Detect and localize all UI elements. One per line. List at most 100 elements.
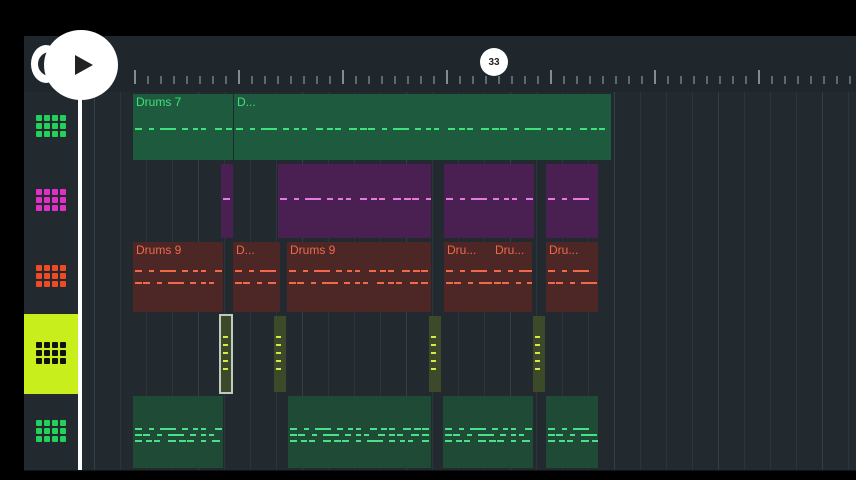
note bbox=[268, 282, 276, 284]
note bbox=[304, 428, 309, 430]
note bbox=[356, 428, 361, 430]
playhead-position-marker[interactable]: 33 bbox=[480, 48, 508, 76]
grid-line bbox=[276, 162, 277, 240]
note bbox=[511, 434, 516, 436]
track-pattern-icon[interactable] bbox=[24, 162, 80, 240]
track-pattern-icon[interactable] bbox=[24, 240, 80, 314]
note bbox=[589, 282, 597, 284]
track-pattern-icon[interactable] bbox=[24, 394, 80, 470]
note bbox=[547, 128, 553, 130]
pattern-clip[interactable]: Dru... bbox=[546, 242, 598, 312]
note bbox=[504, 198, 509, 200]
note bbox=[344, 282, 350, 284]
grid-line bbox=[328, 314, 329, 394]
pattern-clip[interactable] bbox=[546, 396, 598, 468]
grid-line bbox=[94, 394, 95, 470]
timeline-tick bbox=[381, 76, 383, 84]
play-button[interactable] bbox=[44, 30, 118, 100]
pattern-clip[interactable]: D... bbox=[233, 242, 280, 312]
selection-box[interactable] bbox=[219, 314, 233, 394]
pattern-clip[interactable]: Dru... bbox=[444, 242, 492, 312]
note bbox=[382, 128, 387, 130]
note bbox=[327, 198, 333, 200]
track-pattern-icon[interactable] bbox=[24, 314, 80, 394]
track-pattern-icon[interactable] bbox=[24, 92, 80, 162]
note bbox=[415, 128, 421, 130]
grid-line bbox=[250, 394, 251, 470]
note bbox=[460, 198, 465, 200]
note bbox=[380, 270, 386, 272]
grid-line bbox=[744, 314, 745, 394]
note bbox=[519, 270, 527, 272]
note bbox=[470, 428, 478, 430]
grid-line bbox=[770, 240, 771, 314]
pattern-clip[interactable] bbox=[443, 396, 533, 468]
note bbox=[500, 434, 506, 436]
timeline-ruler[interactable]: 33 bbox=[24, 36, 856, 92]
pattern-clip[interactable] bbox=[533, 316, 545, 392]
grid-line bbox=[614, 314, 615, 394]
pattern-clip[interactable] bbox=[221, 164, 233, 238]
note bbox=[562, 270, 567, 272]
note bbox=[149, 128, 154, 130]
grid-line bbox=[692, 394, 693, 470]
pattern-clip[interactable]: D... bbox=[234, 94, 611, 160]
grid-line bbox=[614, 162, 615, 240]
grid-line bbox=[744, 162, 745, 240]
pattern-clip[interactable]: Dru... bbox=[492, 242, 532, 312]
note bbox=[479, 282, 487, 284]
note bbox=[479, 270, 487, 272]
timeline-tick bbox=[823, 76, 825, 84]
note bbox=[445, 434, 452, 436]
note bbox=[453, 434, 460, 436]
pattern-clip[interactable]: Drums 7 bbox=[133, 94, 233, 160]
clip-label: Drums 9 bbox=[136, 243, 182, 257]
timeline-tick bbox=[394, 76, 396, 84]
note bbox=[489, 440, 496, 442]
pattern-clip[interactable] bbox=[274, 316, 286, 392]
grid-line bbox=[640, 240, 641, 314]
pattern-clip[interactable] bbox=[278, 164, 431, 238]
note bbox=[176, 282, 184, 284]
grid-line bbox=[692, 92, 693, 162]
grid-line bbox=[614, 394, 615, 470]
timeline-tick bbox=[784, 76, 786, 84]
note bbox=[135, 434, 142, 436]
playhead-line[interactable] bbox=[78, 92, 82, 470]
note bbox=[525, 128, 533, 130]
pattern-clip[interactable] bbox=[288, 396, 431, 468]
note bbox=[135, 440, 142, 442]
grid-line bbox=[146, 314, 147, 394]
note bbox=[276, 352, 281, 354]
note bbox=[393, 198, 401, 200]
grid-line bbox=[822, 240, 823, 314]
grid-line bbox=[822, 162, 823, 240]
timeline-tick bbox=[225, 76, 227, 84]
note bbox=[448, 128, 455, 130]
note bbox=[410, 282, 418, 284]
note bbox=[143, 434, 150, 436]
note bbox=[187, 440, 194, 442]
note bbox=[322, 282, 330, 284]
grid-line bbox=[692, 162, 693, 240]
pattern-clip[interactable]: Drums 9 bbox=[133, 242, 223, 312]
note bbox=[581, 282, 589, 284]
pattern-clip[interactable] bbox=[444, 164, 534, 238]
timeline-tick bbox=[654, 70, 656, 84]
note bbox=[223, 198, 230, 200]
pattern-clip[interactable] bbox=[133, 396, 223, 468]
grid-line bbox=[848, 394, 849, 470]
grid-line bbox=[432, 162, 433, 240]
timeline-tick bbox=[186, 76, 188, 84]
grid-line bbox=[380, 314, 381, 394]
pattern-clip[interactable] bbox=[546, 164, 598, 238]
pattern-clip[interactable]: Drums 9 bbox=[287, 242, 431, 312]
note bbox=[446, 198, 453, 200]
pattern-clip[interactable] bbox=[429, 316, 441, 392]
note bbox=[422, 428, 429, 430]
note bbox=[347, 270, 352, 272]
note bbox=[500, 128, 507, 130]
note bbox=[589, 434, 597, 436]
note bbox=[388, 282, 394, 284]
grid-line bbox=[588, 314, 589, 394]
